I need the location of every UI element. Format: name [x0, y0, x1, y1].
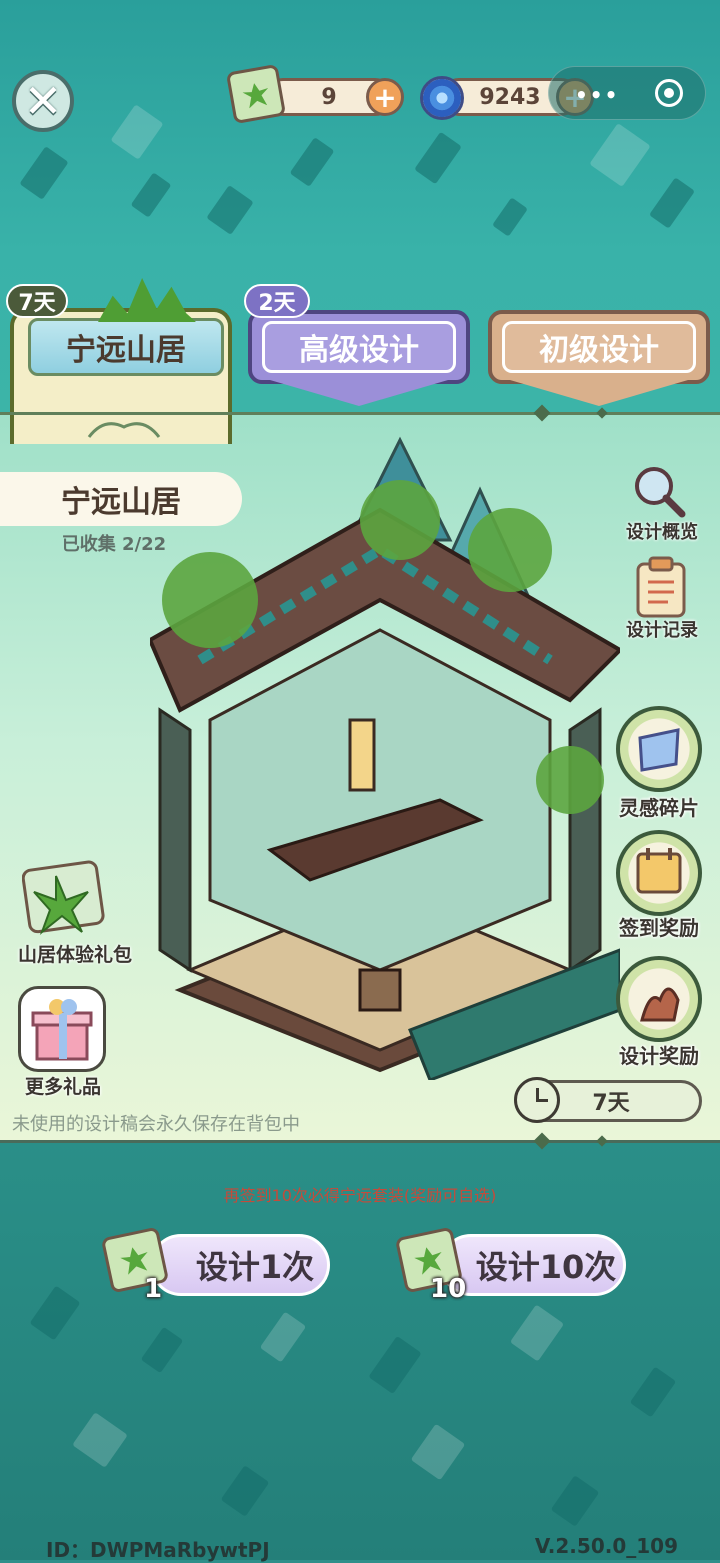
- bg-shard: [110, 104, 164, 160]
- gift-box-icon: [31, 999, 93, 1061]
- player-id: ID：DWPMaRbywtPJ: [46, 1538, 270, 1562]
- swirl-coin-icon: [420, 76, 464, 120]
- tab-basic-label: 初级设计: [539, 333, 659, 368]
- top-divider: [0, 412, 720, 415]
- inspiration-fragment-label[interactable]: 灵感碎片: [604, 792, 714, 821]
- design-ten-button[interactable]: 设计10次: [440, 1234, 626, 1296]
- bg-shard: [368, 1335, 422, 1395]
- design-once-label: 设计1次: [195, 1248, 315, 1286]
- calendar-icon: [636, 848, 682, 894]
- timer-text: 7天: [592, 1091, 630, 1116]
- scroll-count: 9: [321, 84, 337, 110]
- bg-shard: [130, 172, 172, 218]
- bg-shard: [509, 1304, 565, 1362]
- bg-shard: [414, 131, 462, 185]
- app-version: V.2.50.0_109: [534, 1534, 678, 1558]
- bottom-divider: [0, 1140, 720, 1143]
- design-reward-button[interactable]: [616, 956, 702, 1042]
- tab-ningyuan-label: 宁远山居: [28, 318, 224, 376]
- bg-shard: [220, 1465, 270, 1517]
- bg-shard: [19, 146, 69, 200]
- bg-shard: [29, 1285, 81, 1341]
- bg-shard: [140, 1326, 184, 1374]
- bg-shard: [259, 1311, 307, 1363]
- bg-shard: [492, 197, 528, 237]
- mini-program-capsule: •••: [548, 66, 706, 120]
- guarantee-note: 再签到10次必得宁远套装(奖励可自选): [223, 1186, 497, 1205]
- room-interior: [208, 628, 552, 972]
- signin-reward-label[interactable]: 签到奖励: [604, 912, 714, 941]
- design-record-link[interactable]: 设计记录: [614, 616, 710, 642]
- bg-shard: [550, 1475, 600, 1527]
- tree-foliage: [536, 746, 604, 814]
- add-scroll-button[interactable]: +: [366, 78, 404, 116]
- bg-shard: [72, 1412, 128, 1468]
- design-ten-cost: 10: [430, 1274, 467, 1304]
- design-once-button[interactable]: 设计1次: [150, 1234, 330, 1296]
- inspiration-fragment-button[interactable]: [616, 706, 702, 792]
- left-wall: [158, 707, 192, 973]
- tree-foliage: [162, 552, 258, 648]
- tab-advanced-label: 高级设计: [299, 333, 419, 368]
- design-ten-label: 设计10次: [475, 1248, 617, 1286]
- bg-shard: [648, 177, 696, 229]
- root-carving-icon: [640, 987, 680, 1022]
- design-scroll-icon: [225, 63, 287, 125]
- close-icon: ✕: [23, 74, 63, 128]
- close-button[interactable]: ✕: [12, 70, 74, 132]
- magnifier-icon[interactable]: [630, 464, 688, 520]
- tree-foliage: [360, 480, 440, 560]
- bg-shard: [206, 185, 254, 235]
- bg-shard: [629, 1366, 677, 1418]
- lantern-shape: [348, 718, 376, 792]
- tree-foliage: [468, 508, 552, 592]
- stool-shape: [358, 968, 402, 1012]
- target-close-icon[interactable]: [655, 79, 683, 107]
- design-reward-label[interactable]: 设计奖励: [604, 1040, 714, 1069]
- tab-ningyuan[interactable]: 宁远山居: [10, 308, 232, 444]
- map-fragment-icon: [638, 728, 680, 772]
- tab-advanced-design[interactable]: 高级设计: [248, 310, 470, 384]
- signin-reward-button[interactable]: [616, 830, 702, 916]
- design-once-cost: 1: [144, 1274, 163, 1304]
- more-gifts-button[interactable]: [18, 986, 106, 1072]
- save-note: 未使用的设计稿会永久保存在背包中: [12, 1114, 300, 1135]
- trial-gift-pack-label[interactable]: 山居体验礼包: [0, 940, 150, 967]
- bg-shard: [289, 137, 335, 187]
- tab-advanced-days-badge: 2天: [244, 284, 310, 318]
- clock-icon: [514, 1077, 560, 1123]
- gift-pack-icon[interactable]: [22, 856, 110, 940]
- ningyuan-house-illustration[interactable]: [150, 430, 620, 1080]
- bg-shard: [589, 123, 651, 187]
- more-gifts-label[interactable]: 更多礼品: [0, 1072, 126, 1099]
- bg-shard: [410, 1423, 466, 1481]
- plus-icon: +: [373, 80, 397, 114]
- tab-basic-design[interactable]: 初级设计: [488, 310, 710, 384]
- tab-ningyuan-days-badge: 7天: [6, 284, 68, 318]
- clipboard-icon[interactable]: [634, 556, 688, 618]
- design-overview-link[interactable]: 设计概览: [614, 518, 710, 544]
- more-dots-icon[interactable]: •••: [575, 83, 619, 107]
- coin-count: 9243: [479, 84, 541, 110]
